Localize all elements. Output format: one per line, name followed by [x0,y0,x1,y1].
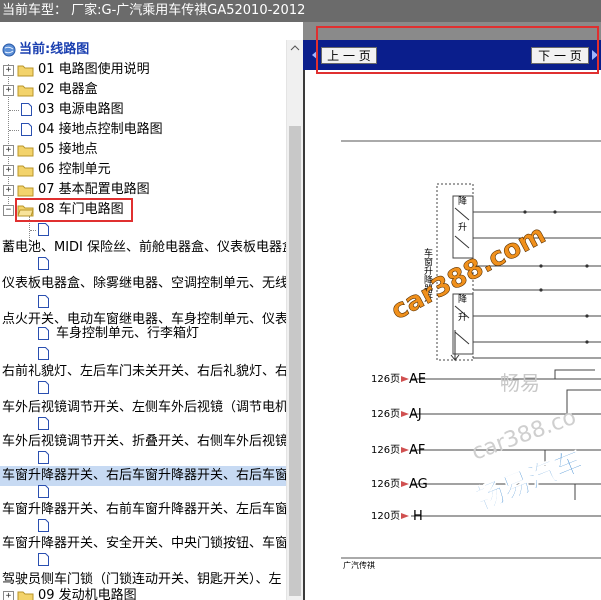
page-icon [38,223,49,236]
watermark-main: car388.com [386,220,550,326]
scrollbar-thumb[interactable] [289,126,301,596]
page-icon [38,257,49,270]
switch-label: 升 [458,222,467,233]
tree-item-label: 06 控制单元 [38,162,111,177]
tree-sub-item-label: 车外后视镜调节开关、折叠开关、右侧车外后视镜 [2,434,286,449]
page-icon [38,417,49,430]
expand-icon[interactable]: + [3,65,14,76]
connector-code: H [413,509,423,524]
folder-icon [17,165,34,177]
switch-contact [454,235,470,249]
connector-page: 126页 [371,478,400,490]
tree-sub-item-label: 车窗升降器开关、安全开关、中央门锁按钮、车窗 [2,536,286,551]
tree-sub-item-label: 右前礼貌灯、左后车门未关开关、右后礼貌灯、右 [2,364,286,379]
tree-sub-item-label: 蓄电池、MIDI 保险丝、前舱电器盒、仪表板电器盒 [2,240,286,255]
expand-icon[interactable]: + [3,85,14,96]
page-icon [38,347,49,360]
tree-item-label: 05 接地点 [38,142,98,157]
connector-code: AF [409,443,425,458]
folder-icon [17,85,34,97]
page-icon [21,103,32,116]
tree-item-label: 02 电器盒 [38,82,98,97]
switch-label: 降 [458,293,467,305]
switch-label: 升 [458,312,467,323]
connector-code: AG [409,477,428,492]
highlight-box-nav [316,26,599,74]
tree-sub-item-label: 车窗升降器开关、右前车窗升降器开关、左后车窗 [2,502,286,517]
page-icon [38,295,49,308]
tree-guide-line [30,230,36,231]
page-icon [38,451,49,464]
connector-page: 126页 [371,373,400,385]
scroll-up-icon[interactable] [289,42,301,54]
page-icon [38,519,49,532]
tree-item-label: 01 电路图使用说明 [38,62,150,77]
collapse-icon[interactable]: − [3,205,14,216]
page-icon [21,123,32,136]
folder-icon [17,185,34,197]
tree-sub-item-label: 车窗升降器开关、右后车窗升降器开关、右后车窗 [2,468,286,483]
window-title: 当前车型： 厂家:G-广汽乘用车传祺GA52010-2012 [2,3,306,18]
diagram-footer: 广汽传祺 [343,560,375,570]
expand-icon[interactable]: + [3,591,14,600]
globe-icon [2,43,16,57]
tree-sub-item-label: 车身控制单元、行李箱灯 [56,326,200,341]
expand-icon[interactable]: + [3,145,14,156]
folder-icon [17,65,34,77]
tree-root-label: 当前:线路图 [19,42,90,57]
tree-guide-line [9,110,19,111]
page-icon [38,327,49,340]
connector-code: AJ [409,407,422,422]
tree-sub-item-label: 仪表板电器盒、除雾继电器、空调控制单元、无线 [2,276,286,291]
folder-icon [17,145,34,157]
tree-item-label: 04 接地点控制电路图 [38,122,163,137]
connector-page: 120页 [371,510,400,522]
wiring-diagram: 降 升 降 升 车窗升降器开 126页 AE 126页 AJ 126页 AF 1… [341,140,601,570]
highlight-box-tree-item [15,198,133,222]
switch-contact [454,207,470,221]
connector-page: 126页 [371,408,400,420]
tree-sub-item-label: 车外后视镜调节开关、左侧车外后视镜（调节电机 [2,400,286,415]
connector-arrows [401,376,409,519]
tree-item-label: 03 电源电路图 [38,102,124,117]
page-icon [38,553,49,566]
connector-code: AE [409,372,426,387]
tree-item-label: 07 基本配置电路图 [38,182,150,197]
tree-item-label: 09 发动机电路图 [38,588,137,600]
title-bar: 当前车型： 厂家:G-广汽乘用车传祺GA52010-2012 [0,0,601,22]
tree-scrollbar[interactable] [286,40,303,600]
tree-view: 当前:线路图 + 01 电路图使用说明 + 02 电器盒 03 电源电路图 04… [0,40,286,600]
page-icon [38,381,49,394]
expand-icon[interactable]: + [3,165,14,176]
connector-page: 126页 [371,444,400,456]
sidebar-tree-panel: 当前:线路图 + 01 电路图使用说明 + 02 电器盒 03 电源电路图 04… [0,40,303,600]
watermark-faint-cn: 畅易 [500,371,540,395]
folder-icon [17,591,34,600]
expand-icon[interactable]: + [3,185,14,196]
page-icon [38,485,49,498]
tree-guide-line [9,130,19,131]
switch-label: 降 [458,195,467,207]
switch-contact [454,331,470,345]
